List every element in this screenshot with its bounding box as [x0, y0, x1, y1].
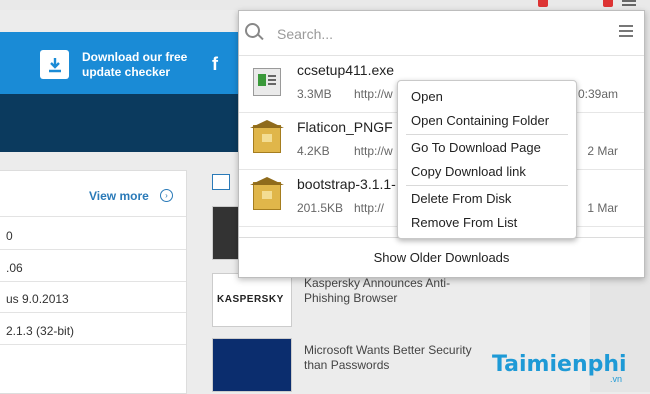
banner-edge	[0, 32, 12, 94]
watermark-suffix: .vn	[610, 374, 623, 384]
watermark-text: Taimienphi	[492, 352, 627, 377]
download-url: http://w	[354, 144, 393, 158]
downloads-search-input[interactable]	[275, 22, 579, 46]
menu-separator	[406, 185, 568, 186]
download-filename: Flaticon_PNGF	[297, 119, 393, 135]
menu-item-go-to-download-page[interactable]: Go To Download Page	[411, 140, 541, 155]
menu-item-remove-from-list[interactable]: Remove From List	[411, 215, 517, 230]
view-more-link[interactable]: View more	[89, 189, 149, 203]
show-older-downloads-button[interactable]: Show Older Downloads	[239, 237, 644, 278]
news-icon	[212, 174, 230, 190]
divider	[0, 249, 186, 250]
list-item[interactable]: .06	[6, 261, 23, 275]
download-size: 4.2KB	[297, 144, 330, 158]
exe-file-icon	[253, 68, 281, 96]
divider	[0, 312, 186, 313]
menu-item-open-containing-folder[interactable]: Open Containing Folder	[411, 113, 549, 128]
divider	[0, 344, 186, 345]
toolbar-menu-icon[interactable]	[622, 0, 636, 8]
toolbar-red-icon[interactable]	[538, 0, 548, 7]
toolbar-red-icon-2[interactable]	[603, 0, 613, 7]
downloads-search-bar	[239, 11, 644, 56]
facebook-icon[interactable]: f	[212, 54, 218, 75]
promo-line-2: update checker	[82, 65, 171, 79]
list-item[interactable]: 0	[6, 229, 13, 243]
zip-archive-icon	[250, 120, 284, 153]
download-size: 201.5KB	[297, 201, 344, 215]
arrow-circle-icon[interactable]: ›	[160, 189, 173, 202]
watermark-logo: Taimienphi .vn	[492, 352, 627, 384]
list-item[interactable]: us 9.0.2013	[6, 292, 69, 306]
promo-text[interactable]: Download our free update checker	[82, 50, 187, 80]
hamburger-menu-icon[interactable]	[619, 25, 633, 40]
promo-banner[interactable]: Download our free update checker f	[0, 32, 242, 94]
search-icon	[245, 23, 260, 38]
download-filename: ccsetup411.exe	[297, 62, 395, 78]
news-title-kaspersky[interactable]: Kaspersky Announces Anti-Phishing Browse…	[304, 276, 494, 306]
kaspersky-thumbnail[interactable]: KASPERSKY	[212, 273, 292, 327]
version-list-panel: View more › 0 .06 us 9.0.2013 2.1.3 (32-…	[0, 170, 187, 394]
promo-line-1: Download our free	[82, 50, 188, 64]
kaspersky-logo: KASPERSKY	[217, 294, 284, 305]
menu-item-copy-download-link[interactable]: Copy Download link	[411, 164, 526, 179]
download-filename: bootstrap-3.1.1-	[297, 176, 396, 192]
download-url: http://w	[354, 87, 393, 101]
download-context-menu: Open Open Containing Folder Go To Downlo…	[397, 80, 577, 239]
download-url: http://	[354, 201, 385, 215]
download-date: 2 Mar	[587, 144, 618, 158]
download-size: 3.3MB	[297, 87, 332, 101]
list-item[interactable]: 2.1.3 (32-bit)	[6, 324, 74, 338]
download-date: 1 Mar	[587, 201, 618, 215]
menu-item-delete-from-disk[interactable]: Delete From Disk	[411, 191, 511, 206]
zip-archive-icon	[250, 177, 284, 210]
site-nav-bar	[0, 94, 242, 152]
browser-top-strip	[0, 0, 650, 10]
download-date: 0:39am	[577, 87, 618, 101]
menu-item-open[interactable]: Open	[411, 89, 443, 104]
news-title-microsoft[interactable]: Microsoft Wants Better Security than Pas…	[304, 343, 494, 373]
menu-separator	[406, 134, 568, 135]
microsoft-thumbnail[interactable]	[212, 338, 292, 392]
divider	[0, 281, 186, 282]
download-arrow-icon[interactable]	[40, 50, 69, 79]
divider	[0, 216, 186, 217]
